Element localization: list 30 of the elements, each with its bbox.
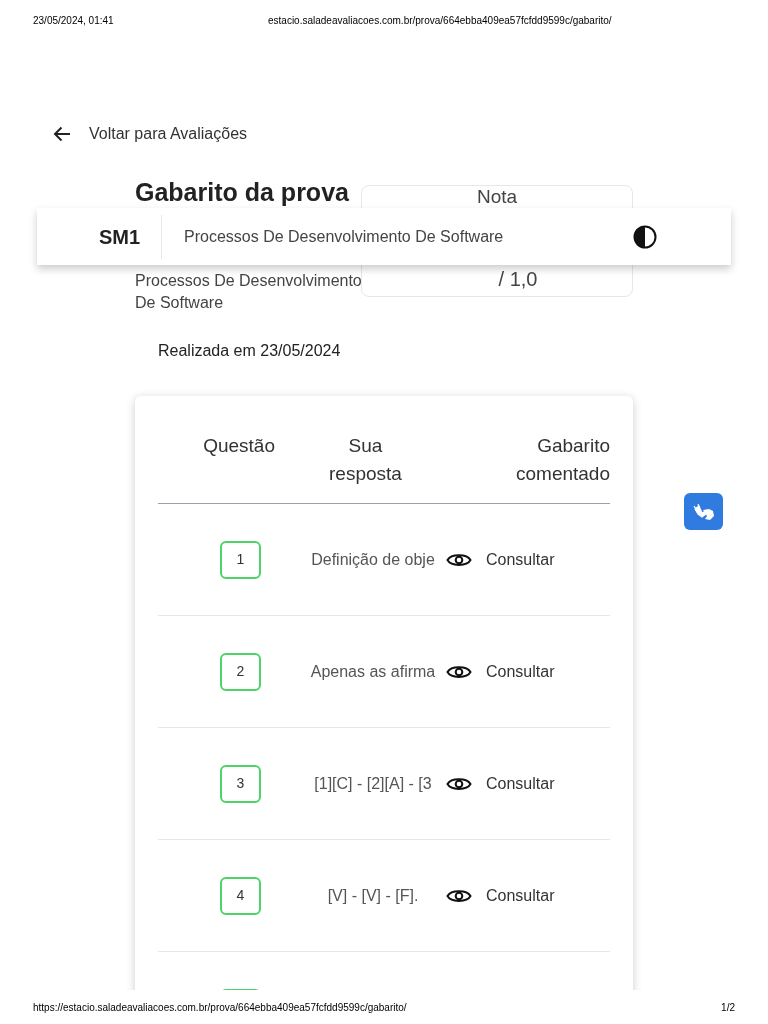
consult-button[interactable]: Consultar — [446, 547, 555, 572]
column-header: Questão — [202, 434, 275, 458]
print-date: 23/05/2024, 01:41 — [33, 13, 114, 28]
answer-text: Apenas as afirma — [309, 661, 437, 682]
sign-language-button[interactable] — [684, 493, 723, 530]
page-number: 1/2 — [721, 1000, 735, 1015]
consult-button[interactable]: Consultar — [446, 883, 555, 908]
question-number: 1 — [220, 540, 261, 579]
question-number: 3 — [220, 764, 261, 803]
print-url: https://estacio.saladeavaliacoes.com.br/prova/664ebba409ea57fcfdd9599c/gabarito/ — [33, 1000, 407, 1015]
page-title: Gabarito da prova — [135, 177, 350, 208]
question-number: 2 — [220, 652, 261, 691]
column-header: Gabarito comentado — [515, 434, 610, 486]
column-header: Sua resposta — [328, 434, 403, 486]
print-url: estacio.saladeavaliacoes.com.br/prova/664ebba409ea57fcfdd9599c/gabarito/ — [268, 13, 612, 28]
page-subtitle: Processos De Desenvolvimento De Software — [135, 271, 363, 313]
course-title: Processos De Desenvolvimento De Software — [184, 226, 504, 247]
grade-label: Nota — [476, 186, 518, 208]
answer-text: [V] - [V] - [F]. — [326, 885, 420, 906]
back-link[interactable]: Voltar para Avaliações — [89, 122, 248, 146]
grade-max: / 1,0 — [498, 267, 538, 292]
course-code: SM1 — [98, 224, 142, 250]
consult-button[interactable]: Consultar — [446, 771, 555, 796]
date-taken: Realizada em 23/05/2024 — [158, 341, 342, 361]
question-number: 4 — [220, 876, 261, 915]
answer-text: [1][C] - [2][A] - [3 — [313, 773, 433, 794]
answer-text: Definição de obje — [310, 549, 436, 570]
back-arrow-icon[interactable] — [53, 125, 71, 143]
contrast-icon[interactable] — [633, 224, 657, 249]
consult-button[interactable]: Consultar — [446, 659, 555, 684]
